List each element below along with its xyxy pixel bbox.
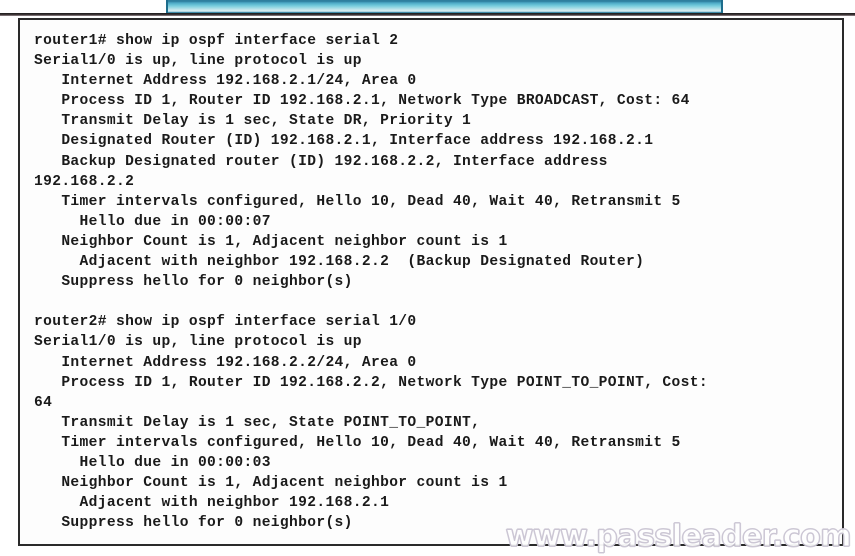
window-title-bar-strip xyxy=(0,0,855,18)
title-bar-underline xyxy=(0,13,855,16)
window-title-bar-fragment xyxy=(166,0,723,13)
terminal-capture-frame: router1# show ip ospf interface serial 2… xyxy=(18,18,844,546)
terminal-output-text: router1# show ip ospf interface serial 2… xyxy=(34,33,708,532)
